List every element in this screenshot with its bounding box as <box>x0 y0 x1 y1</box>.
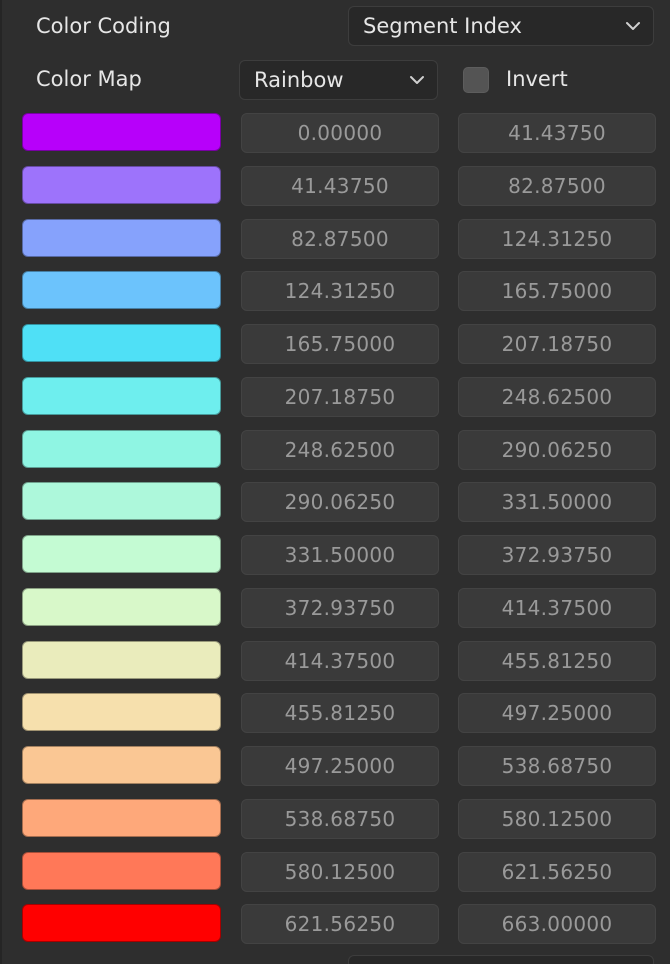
chevron-down-icon <box>410 76 424 84</box>
ramp-row: 538.68750 580.12500 <box>2 798 670 839</box>
ramp-row: 497.25000 538.68750 <box>2 746 670 786</box>
range-max-field[interactable]: 165.75000 <box>458 271 656 312</box>
range-max-field[interactable]: 497.25000 <box>458 693 656 734</box>
color-swatch[interactable] <box>22 640 221 679</box>
range-min-field[interactable]: 331.50000 <box>241 535 439 575</box>
ramp-row: 331.50000 372.93750 <box>2 535 670 575</box>
color-swatch[interactable] <box>22 165 221 204</box>
color-swatch[interactable] <box>22 746 221 784</box>
ramp-row: 580.12500 621.56250 <box>2 851 670 892</box>
range-min-field[interactable]: 165.75000 <box>241 324 439 364</box>
color-swatch[interactable] <box>22 482 221 521</box>
invert-label[interactable]: Invert <box>506 65 568 93</box>
ramp-row: 290.06250 331.50000 <box>2 482 670 523</box>
range-min-field[interactable]: 497.25000 <box>241 746 439 786</box>
range-min-field[interactable]: 207.18750 <box>241 376 439 417</box>
color-swatch[interactable] <box>22 271 221 310</box>
chevron-down-icon <box>626 22 640 30</box>
color-swatch[interactable] <box>22 113 221 151</box>
range-max-field[interactable]: 580.12500 <box>458 798 656 839</box>
range-max-field[interactable]: 663.00000 <box>458 904 656 945</box>
color-swatch[interactable] <box>22 851 221 890</box>
range-max-field[interactable]: 331.50000 <box>458 482 656 523</box>
range-max-field[interactable]: 621.56250 <box>458 851 656 892</box>
ramp-row: 82.87500 124.31250 <box>2 218 670 259</box>
ramp-row: 165.75000 207.18750 <box>2 324 670 364</box>
range-min-field[interactable]: 41.43750 <box>241 165 439 206</box>
range-max-field[interactable]: 124.31250 <box>458 218 656 259</box>
range-min-field[interactable]: 621.56250 <box>241 904 439 945</box>
color-swatch[interactable] <box>22 376 221 415</box>
range-min-field[interactable]: 580.12500 <box>241 851 439 892</box>
range-min-field[interactable]: 372.93750 <box>241 587 439 628</box>
range-min-field[interactable]: 455.81250 <box>241 693 439 734</box>
color-swatch[interactable] <box>22 429 221 468</box>
color-swatch[interactable] <box>22 535 221 573</box>
color-coding-label: Color Coding <box>36 14 171 38</box>
range-max-field[interactable]: 538.68750 <box>458 746 656 786</box>
range-max-field[interactable]: 207.18750 <box>458 324 656 364</box>
color-swatch[interactable] <box>22 798 221 837</box>
ramp-row: 41.43750 82.87500 <box>2 165 670 206</box>
ramp-row: 0.00000 41.43750 <box>2 113 670 153</box>
color-coding-dropdown[interactable]: Segment Index <box>348 6 654 46</box>
range-min-field[interactable]: 414.37500 <box>241 640 439 681</box>
ramp-row: 414.37500 455.81250 <box>2 640 670 681</box>
range-min-field[interactable]: 290.06250 <box>241 482 439 523</box>
range-max-field[interactable]: 82.87500 <box>458 165 656 206</box>
color-coding-value: Segment Index <box>363 14 522 38</box>
range-min-field[interactable]: 124.31250 <box>241 271 439 312</box>
color-swatch[interactable] <box>22 904 221 943</box>
ramp-row: 207.18750 248.62500 <box>2 376 670 417</box>
range-max-field[interactable]: 455.81250 <box>458 640 656 681</box>
color-swatch[interactable] <box>22 587 221 626</box>
range-max-field[interactable]: 41.43750 <box>458 113 656 153</box>
color-swatch[interactable] <box>22 324 221 362</box>
ramp-row: 372.93750 414.37500 <box>2 587 670 628</box>
range-min-field[interactable]: 82.87500 <box>241 218 439 259</box>
ramp-row: 621.56250 663.00000 <box>2 904 670 945</box>
color-map-label: Color Map <box>36 67 142 91</box>
color-ramp-panel: Color Coding Segment Index Color Map Rai… <box>0 0 670 964</box>
color-swatch[interactable] <box>22 218 221 257</box>
range-max-field[interactable]: 372.93750 <box>458 535 656 575</box>
range-max-field[interactable]: 248.62500 <box>458 376 656 417</box>
ramp-row: 248.62500 290.06250 <box>2 429 670 470</box>
ramp-row: 455.81250 497.25000 <box>2 693 670 734</box>
color-map-dropdown[interactable]: Rainbow <box>239 60 438 100</box>
color-map-value: Rainbow <box>254 68 344 92</box>
next-dropdown-edge[interactable] <box>348 955 654 964</box>
invert-checkbox[interactable] <box>463 67 489 93</box>
color-swatch[interactable] <box>22 693 221 732</box>
range-max-field[interactable]: 414.37500 <box>458 587 656 628</box>
ramp-row: 124.31250 165.75000 <box>2 271 670 312</box>
range-min-field[interactable]: 248.62500 <box>241 429 439 470</box>
range-min-field[interactable]: 0.00000 <box>241 113 439 153</box>
range-max-field[interactable]: 290.06250 <box>458 429 656 470</box>
range-min-field[interactable]: 538.68750 <box>241 798 439 839</box>
